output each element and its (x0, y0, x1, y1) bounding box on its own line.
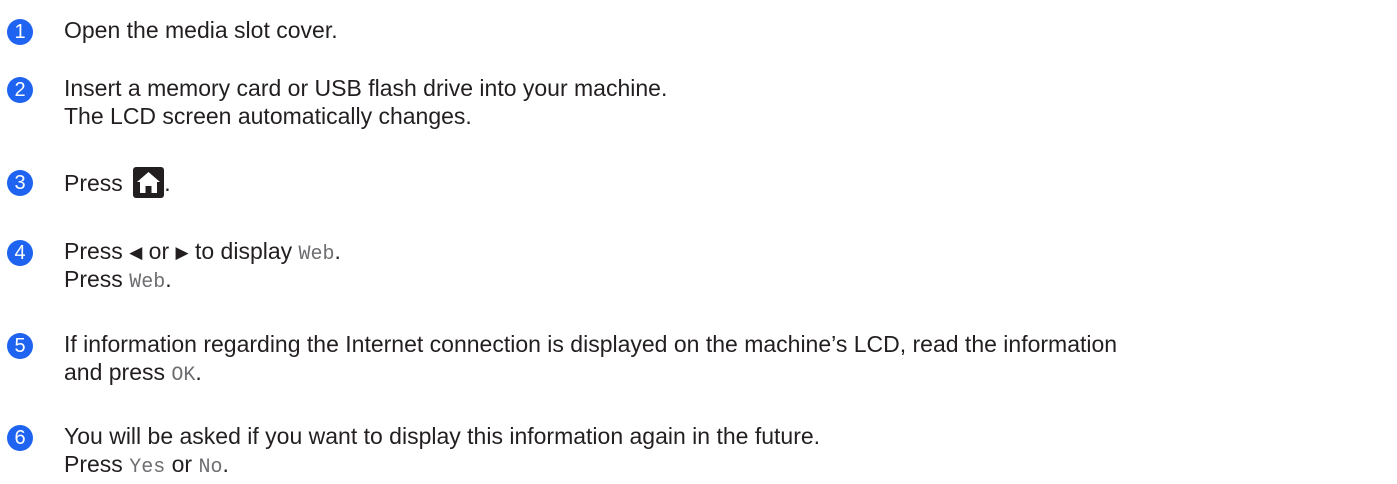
ok-label: OK (171, 364, 196, 387)
step-text: You will be asked if you want to display… (64, 422, 821, 479)
right-arrow-icon: ▶ (175, 243, 189, 262)
web-label: Web (298, 243, 335, 266)
step-line: Press Web. (64, 265, 341, 294)
press-text: Press (64, 170, 130, 196)
step-number-badge: 5 (7, 333, 33, 359)
step-line: and press OK. (64, 358, 1117, 387)
step-text: If information regarding the Internet co… (64, 330, 1118, 387)
press-text: Press (64, 451, 130, 477)
step-line: You will be asked if you want to display… (64, 423, 821, 449)
no-label: No (198, 456, 223, 479)
step-line: Press ◀ or ▶ to display Web. (64, 237, 341, 266)
yes-label: Yes (129, 456, 166, 479)
step-text: Insert a memory card or USB flash drive … (64, 74, 667, 130)
step-text: Press ◀ or ▶ to display Web. Press Web. (64, 237, 341, 294)
step-number-badge: 1 (7, 19, 33, 45)
step-line: Insert a memory card or USB flash drive … (64, 75, 668, 101)
step-number-badge: 3 (7, 170, 33, 196)
step-text: Press . (64, 167, 171, 198)
step-number-badge: 6 (7, 425, 33, 451)
step-line: The LCD screen automatically changes. (64, 103, 472, 129)
period-text: . (165, 266, 172, 292)
period-text: . (195, 359, 202, 385)
press-text: Press (64, 238, 130, 264)
period-text: . (164, 170, 171, 196)
period-text: . (222, 451, 229, 477)
step-text: Open the media slot cover. (64, 16, 338, 44)
step-number-badge: 4 (7, 240, 33, 266)
or-text: or (142, 238, 176, 264)
period-text: . (334, 238, 341, 264)
to-display-text: to display (188, 238, 299, 264)
web-label: Web (129, 271, 166, 294)
step-line: Press Yes or No. (64, 450, 820, 479)
and-press-text: and press (64, 359, 172, 385)
step-line: Open the media slot cover. (64, 17, 338, 43)
step-number-badge: 2 (7, 77, 33, 103)
or-text: or (165, 451, 199, 477)
press-text: Press (64, 266, 130, 292)
left-arrow-icon: ◀ (129, 243, 143, 262)
step-line: If information regarding the Internet co… (64, 331, 1118, 357)
home-icon (133, 167, 165, 198)
step-line: Press . (64, 167, 171, 198)
